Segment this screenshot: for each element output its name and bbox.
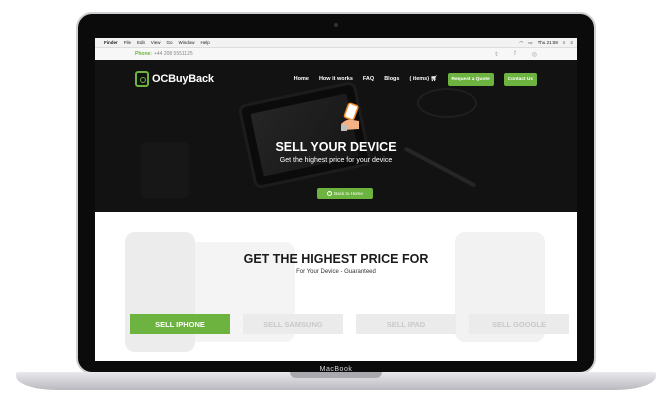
phone-label: Phone: xyxy=(135,51,152,57)
menu-window[interactable]: Window xyxy=(179,40,195,45)
mac-menubar: Finder File Edit View Go Window Help ◠ ▭… xyxy=(95,38,577,48)
social-links: 𝕥 f ◎ xyxy=(495,51,537,58)
menu-file[interactable]: File xyxy=(124,40,131,45)
device-brand-label: MacBook xyxy=(319,366,353,373)
menu-go[interactable]: Go xyxy=(166,40,172,45)
nav-cart[interactable]: ( items) 🛒︎ xyxy=(409,76,437,82)
macbook-frame: Finder File Edit View Go Window Help ◠ ▭… xyxy=(0,0,672,406)
section-subtitle: For Your Device - Guaranteed xyxy=(296,269,376,275)
contact-us-button[interactable]: Contact Us xyxy=(503,72,537,86)
battery-icon[interactable]: ▭ xyxy=(528,40,532,46)
back-to-home-button[interactable]: ‹ Back to Home xyxy=(317,188,373,199)
clock[interactable]: Thu 21:58 xyxy=(538,40,558,45)
logo-icon xyxy=(135,71,149,87)
search-icon[interactable]: ⌕ xyxy=(563,40,566,45)
camera xyxy=(334,23,338,27)
tab-sell-ipad[interactable]: SELL IPAD xyxy=(356,314,456,334)
instagram-icon[interactable]: ◎ xyxy=(532,51,537,58)
screen: Finder File Edit View Go Window Help ◠ ▭… xyxy=(95,38,577,361)
cart-icon: 🛒︎ xyxy=(430,76,438,82)
site-logo[interactable]: OCBuyBack xyxy=(135,71,214,87)
tab-sell-samsung[interactable]: SELL SAMSUNG xyxy=(243,314,343,334)
hero-banner: OCBuyBack Home How it works FAQ Blogs ( … xyxy=(95,60,577,212)
menu-edit[interactable]: Edit xyxy=(137,40,145,45)
logo-text: OCBuyBack xyxy=(152,73,214,85)
nav-faq[interactable]: FAQ xyxy=(363,76,374,82)
nav-home[interactable]: Home xyxy=(294,76,309,82)
facebook-icon[interactable]: f xyxy=(514,51,516,58)
nav-blogs[interactable]: Blogs xyxy=(384,76,399,82)
main-nav: OCBuyBack Home How it works FAQ Blogs ( … xyxy=(95,60,577,98)
nav-how-it-works[interactable]: How it works xyxy=(319,76,353,82)
phone-number[interactable]: +44 208 5551125 xyxy=(154,51,193,57)
cart-label: ( items) xyxy=(409,76,430,82)
contact-bar: Phone: +44 208 5551125 𝕥 f ◎ xyxy=(95,48,577,60)
nav-links: Home How it works FAQ Blogs ( items) 🛒︎ … xyxy=(294,72,537,86)
device-tabs: SELL IPHONE SELL SAMSUNG SELL IPAD SELL … xyxy=(130,314,569,334)
wifi-icon[interactable]: ◠ xyxy=(519,40,523,46)
menu-view[interactable]: View xyxy=(151,40,161,45)
back-to-home-label: Back to Home xyxy=(334,191,363,196)
menu-finder[interactable]: Finder xyxy=(104,40,118,45)
hand-phone-icon xyxy=(341,102,359,131)
tab-sell-google[interactable]: SELL GOOGLE xyxy=(469,314,569,334)
price-section: GET THE HIGHEST PRICE FOR For Your Devic… xyxy=(95,212,577,361)
section-title: GET THE HIGHEST PRICE FOR xyxy=(243,252,429,266)
menu-list-icon[interactable]: ≡ xyxy=(570,40,573,45)
menu-help[interactable]: Help xyxy=(201,40,210,45)
arrow-circle-icon: ‹ xyxy=(327,191,333,196)
hero-title: SELL YOUR DEVICE xyxy=(275,140,397,154)
tab-sell-iphone[interactable]: SELL IPHONE xyxy=(130,314,230,334)
hero-subtitle: Get the highest price for your device xyxy=(279,157,393,164)
request-quote-button[interactable]: Request a Quote xyxy=(447,72,494,86)
twitter-icon[interactable]: 𝕥 xyxy=(495,51,498,58)
